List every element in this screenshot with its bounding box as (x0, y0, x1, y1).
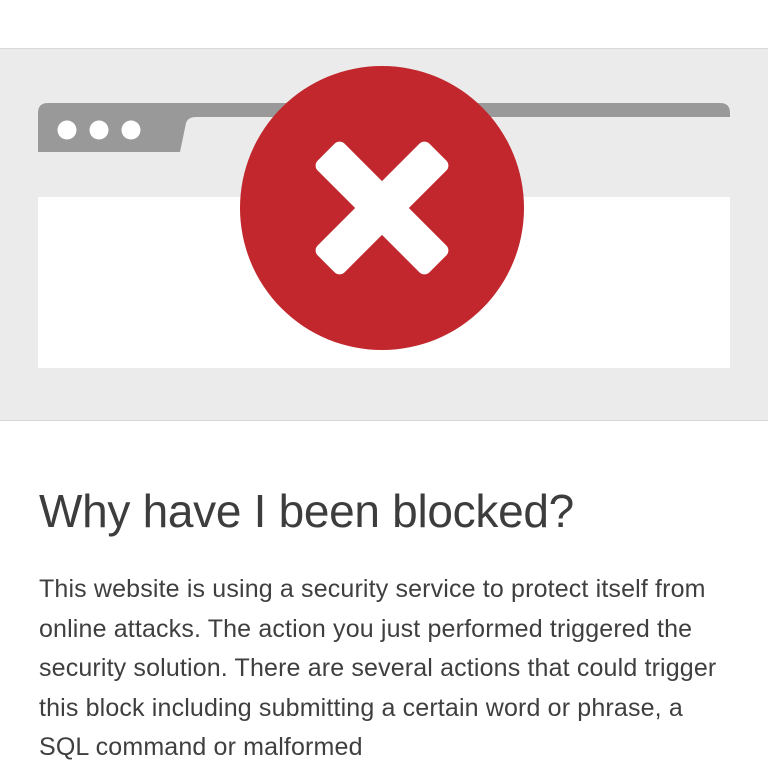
window-controls-dots-icon (57, 120, 141, 140)
page-title: Why have I been blocked? (39, 485, 574, 537)
blocked-browser-illustration (38, 66, 730, 368)
block-explanation: This website is using a security service… (39, 575, 717, 761)
cloudflare-block-page: Why have I been blocked? This website is… (0, 0, 768, 768)
block-message: Why have I been blocked? This website is… (39, 476, 739, 768)
blocked-illustration-band (0, 48, 768, 421)
